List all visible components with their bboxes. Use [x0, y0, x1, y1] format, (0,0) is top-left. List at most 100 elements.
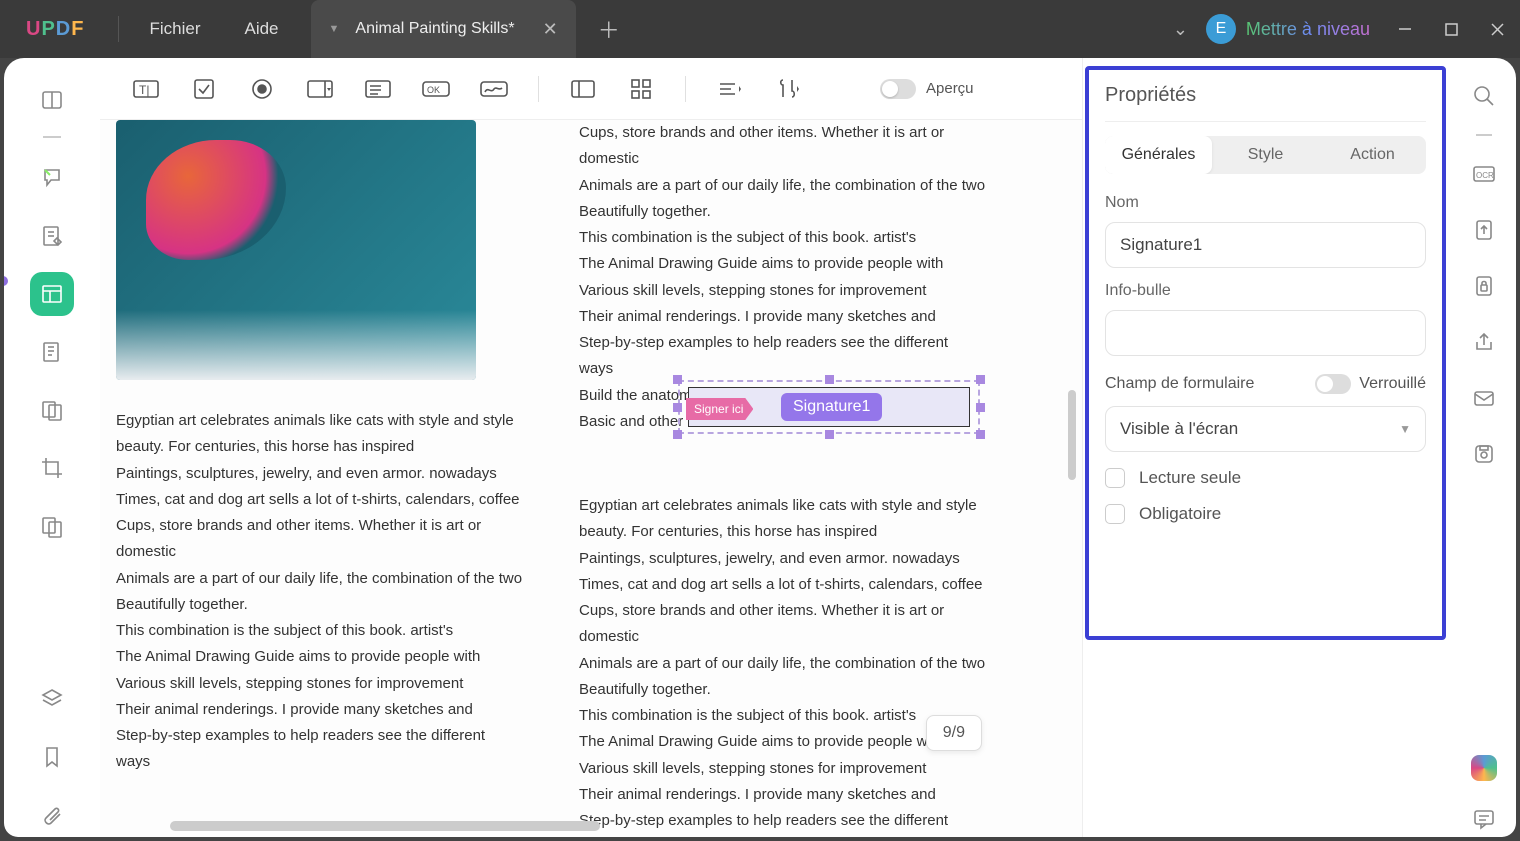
visibility-value: Visible à l'écran	[1120, 419, 1238, 439]
minimize-button[interactable]	[1382, 12, 1428, 46]
tabs-overflow-icon[interactable]: ⌄	[1155, 19, 1206, 40]
title-bar: UPDF Fichier Aide ▼ Animal Painting Skil…	[0, 0, 1520, 58]
name-label: Nom	[1105, 194, 1426, 212]
sidebar-indicator-dot	[4, 276, 8, 286]
document-image	[116, 120, 476, 380]
document-tab[interactable]: ▼ Animal Painting Skills* ✕	[311, 0, 576, 58]
page-indicator: 9/9	[926, 715, 982, 751]
signature-badge: Signature1	[781, 393, 882, 421]
close-window-button[interactable]	[1474, 12, 1520, 46]
right-sidebar: OCR	[1452, 58, 1516, 837]
text-line: Various skill levels, stepping stones fo…	[116, 671, 523, 697]
sign-here-flag: Signer ici	[686, 398, 753, 420]
tab-title: Animal Painting Skills*	[355, 20, 514, 38]
share-icon[interactable]	[1466, 324, 1502, 360]
left-sidebar	[4, 58, 100, 837]
tab-general[interactable]: Générales	[1105, 136, 1212, 174]
locked-toggle[interactable]	[1315, 374, 1351, 394]
text-line: beauty. For centuries, this horse has in…	[116, 434, 523, 460]
bookmark-icon[interactable]	[30, 735, 74, 779]
tab-close-icon[interactable]: ✕	[543, 19, 558, 40]
checkbox-tool-icon[interactable]	[186, 71, 222, 107]
comment-mode-icon[interactable]	[30, 156, 74, 200]
search-icon[interactable]	[1466, 78, 1502, 114]
text-line: Various skill levels, stepping stones fo…	[579, 278, 986, 304]
text-line: Cups, store brands and other items. Whet…	[579, 120, 986, 173]
vertical-scrollbar[interactable]	[1068, 390, 1076, 480]
menu-file[interactable]: Fichier	[127, 19, 222, 39]
name-input[interactable]	[1105, 222, 1426, 268]
ocr-icon[interactable]: OCR	[1466, 156, 1502, 192]
form-layout-icon[interactable]	[565, 71, 601, 107]
organize-mode-icon[interactable]	[30, 330, 74, 374]
chevron-down-icon: ▼	[1399, 422, 1411, 436]
tooltip-label: Info-bulle	[1105, 282, 1426, 300]
maximize-button[interactable]	[1428, 12, 1474, 46]
text-field-tool-icon[interactable]: T|	[128, 71, 164, 107]
svg-text:T|: T|	[139, 83, 149, 97]
attachment-icon[interactable]	[30, 793, 74, 837]
text-line: Animals are a part of our daily life, th…	[116, 566, 523, 592]
page-tools-icon[interactable]	[30, 388, 74, 432]
tab-style[interactable]: Style	[1212, 136, 1319, 174]
signature-field[interactable]: Signer ici Signature1	[678, 380, 980, 434]
upgrade-pill[interactable]: E Mettre à niveau	[1206, 14, 1382, 44]
tab-action[interactable]: Action	[1319, 136, 1426, 174]
redact-tool-icon[interactable]	[30, 504, 74, 548]
tools-menu-icon[interactable]	[770, 71, 806, 107]
layers-icon[interactable]	[30, 677, 74, 721]
dropdown-tool-icon[interactable]	[302, 71, 338, 107]
tab-dropdown-icon[interactable]: ▼	[329, 23, 340, 35]
locked-label: Verrouillé	[1359, 375, 1426, 393]
convert-icon[interactable]	[1466, 212, 1502, 248]
add-tab-button[interactable]: ＋	[576, 13, 642, 45]
text-line: Various skill levels, stepping stones fo…	[579, 756, 986, 782]
button-tool-icon[interactable]: OK	[418, 71, 454, 107]
formfield-label: Champ de formulaire	[1105, 375, 1254, 393]
form-toolbar: T| OK Aperçu	[100, 58, 1082, 120]
upgrade-label[interactable]: Mettre à niveau	[1246, 19, 1370, 40]
visibility-select[interactable]: Visible à l'écran ▼	[1105, 406, 1426, 452]
text-line: Animals are a part of our daily life, th…	[579, 651, 986, 677]
listbox-tool-icon[interactable]	[360, 71, 396, 107]
text-line: Paintings, sculptures, jewelry, and even…	[579, 546, 986, 572]
reader-mode-icon[interactable]	[30, 78, 74, 122]
tooltip-input[interactable]	[1105, 310, 1426, 356]
text-line: The Animal Drawing Guide aims to provide…	[579, 729, 986, 755]
app-logo: UPDF	[0, 18, 110, 41]
horizontal-scrollbar[interactable]	[170, 821, 600, 831]
text-line: Beautifully together.	[579, 199, 986, 225]
properties-title: Propriétés	[1105, 84, 1426, 107]
menu-help[interactable]: Aide	[222, 19, 300, 39]
protect-icon[interactable]	[1466, 268, 1502, 304]
radio-tool-icon[interactable]	[244, 71, 280, 107]
text-line: Beautifully together.	[579, 677, 986, 703]
svg-text:OCR: OCR	[1476, 171, 1494, 180]
svg-text:OK: OK	[427, 85, 440, 95]
grid-view-icon[interactable]	[623, 71, 659, 107]
form-mode-icon[interactable]	[30, 272, 74, 316]
signature-tool-icon[interactable]	[476, 71, 512, 107]
document-canvas[interactable]: Egyptian art celebrates animals like cat…	[100, 120, 1082, 837]
save-icon[interactable]	[1466, 436, 1502, 472]
readonly-checkbox[interactable]	[1105, 468, 1125, 488]
text-line: This combination is the subject of this …	[579, 225, 986, 251]
properties-panel: Propriétés Générales Style Action Nom In…	[1082, 58, 1452, 837]
text-line: Egyptian art celebrates animals like cat…	[579, 493, 986, 519]
ai-assistant-icon[interactable]	[1471, 755, 1497, 781]
text-line: This combination is the subject of this …	[579, 703, 986, 729]
required-checkbox[interactable]	[1105, 504, 1125, 524]
user-avatar[interactable]: E	[1206, 14, 1236, 44]
text-line: Their animal renderings. I provide many …	[579, 304, 986, 330]
text-line: Animals are a part of our daily life, th…	[579, 173, 986, 199]
align-tool-icon[interactable]	[712, 71, 748, 107]
chat-icon[interactable]	[1466, 801, 1502, 837]
text-line: Their animal renderings. I provide many …	[579, 782, 986, 808]
text-line: The Animal Drawing Guide aims to provide…	[116, 644, 523, 670]
crop-tool-icon[interactable]	[30, 446, 74, 490]
text-line: The Animal Drawing Guide aims to provide…	[579, 251, 986, 277]
edit-mode-icon[interactable]	[30, 214, 74, 258]
preview-toggle[interactable]	[880, 79, 916, 99]
email-icon[interactable]	[1466, 380, 1502, 416]
text-line: beauty. For centuries, this horse has in…	[579, 519, 986, 545]
